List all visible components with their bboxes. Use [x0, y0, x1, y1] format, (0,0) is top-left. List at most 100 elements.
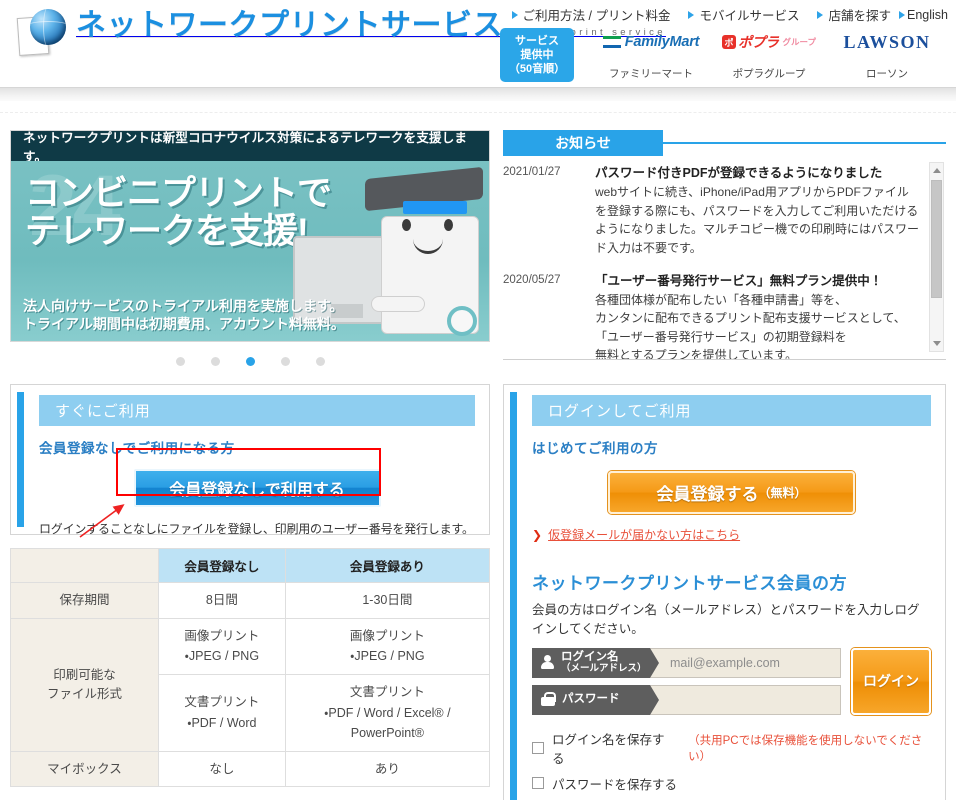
save-login-name-row[interactable]: ログイン名を保存する （共用PCでは保存機能を使用しないでください）	[532, 729, 931, 767]
login-name-field-row: ログイン名 （メールアドレス）	[532, 648, 841, 678]
quick-use-subtitle: 会員登録なしでご利用になる方	[39, 437, 475, 457]
triangle-bullet-icon	[817, 11, 823, 19]
table-row: 保存期間 8日間 1-30日間	[11, 583, 490, 619]
login-name-label: ログイン名 （メールアドレス）	[532, 648, 650, 678]
notice-scrollbar[interactable]	[929, 162, 944, 352]
site-header: ネットワークプリントサービス network print service ご利用…	[0, 0, 956, 87]
nav-item-usage-label: ご利用方法 / プリント料金	[523, 5, 671, 24]
notice-item-date: 2021/01/27	[503, 164, 595, 258]
table-cell-no-member: 画像プリント ・JPEG / PNG	[159, 618, 286, 674]
table-header-row: 会員登録なし 会員登録あり	[11, 549, 490, 583]
carousel-dot-4[interactable]	[281, 357, 290, 366]
service-badge-line1: サービス	[515, 34, 559, 48]
hero-body: 24 コンビニプリントで テレワークを支援! 法人向	[11, 161, 489, 342]
temp-mail-link-row[interactable]: ❯ 仮登録メールが届かない方はこちら	[532, 526, 931, 543]
brand-familymart[interactable]: FamilyMart ファミリーマート	[592, 28, 710, 81]
nav-item-find-store[interactable]: 店舗を探す	[817, 5, 891, 24]
notice-item[interactable]: 2020/05/27 「ユーザー番号発行サービス」無料プラン提供中！ 各種団体様…	[503, 270, 946, 361]
notice-item-title: 「ユーザー番号発行サービス」無料プラン提供中！	[595, 272, 920, 290]
notice-item[interactable]: 2021/01/27 パスワード付きPDFが登録できるようになりました webサ…	[503, 162, 946, 258]
save-password-checkbox[interactable]	[532, 777, 544, 789]
use-without-registration-button[interactable]: 会員登録なしで利用する	[134, 469, 381, 507]
hero-carousel-slide[interactable]: ネットワークプリントは新型コロナウイルス対策によるテレワークを支援します。 24…	[10, 130, 490, 342]
logo-title: ネットワークプリントサービス	[76, 9, 503, 42]
logo-globe-document-icon	[14, 9, 66, 61]
triangle-bullet-icon	[899, 11, 905, 19]
familymart-logo-icon: FamilyMart	[603, 34, 700, 50]
poplar-logo-text: ポプラ	[738, 32, 779, 52]
brand-familymart-caption: ファミリーマート	[592, 66, 710, 81]
first-time-user-heading: はじめてご利用の方	[532, 437, 931, 457]
quick-use-panel-title: すぐにご利用	[39, 395, 475, 426]
quick-use-panel: すぐにご利用 会員登録なしでご利用になる方 会員登録なしで利用する ログインする…	[10, 384, 490, 535]
notice-header-rule	[663, 142, 946, 144]
brand-logos-row: サービス 提供中 （50音順） FamilyMart ファミリーマート ポ	[500, 28, 946, 82]
save-password-row[interactable]: パスワードを保存する	[532, 774, 931, 793]
notice-item-desc: 各種団体様が配布したい「各種申請書」等を、 カンタンに配布できるプリント配布支援…	[595, 291, 920, 360]
temp-mail-link[interactable]: 仮登録メールが届かない方はこちら	[548, 526, 740, 543]
carousel-dot-3-active[interactable]	[246, 357, 255, 366]
table-header-no-member: 会員登録なし	[159, 549, 286, 583]
hero-headline-line1: コンビニプリントで	[25, 175, 331, 213]
table-header-member: 会員登録あり	[285, 549, 489, 583]
poplar-logo-sub: グループ	[783, 36, 817, 48]
table-row: 印刷可能な ファイル形式 画像プリント ・JPEG / PNG 画像プリント ・…	[11, 618, 490, 674]
notice-item-date: 2020/05/27	[503, 272, 595, 361]
table-row-label: 保存期間	[11, 583, 159, 619]
nav-item-mobile[interactable]: モバイルサービス	[688, 5, 799, 24]
table-row-label: マイボックス	[11, 751, 159, 787]
table-cell-member: 文書プリント ・PDF / Word / Excel® / PowerPoint…	[285, 674, 489, 751]
brand-poplar-caption: ポプラグループ	[710, 66, 828, 81]
carousel-dot-5[interactable]	[316, 357, 325, 366]
notice-item-title: パスワード付きPDFが登録できるようになりました	[595, 164, 920, 182]
table-cell-no-member: 8日間	[159, 583, 286, 619]
chevron-right-icon: ❯	[532, 528, 542, 542]
nav-item-english[interactable]: English	[899, 8, 948, 22]
header-divider-strip-secondary	[0, 101, 956, 113]
notice-item-desc: webサイトに続き、iPhone/iPad用アプリからPDFファイルを登録する際…	[595, 183, 920, 257]
brand-lawson-caption: ローソン	[828, 66, 946, 81]
poplar-logo-icon: ポ ポプラ グループ	[722, 32, 816, 52]
triangle-bullet-icon	[688, 11, 694, 19]
table-row-label: 印刷可能な ファイル形式	[11, 618, 159, 751]
hero-note-line2: トライアル期間中は初期費用、アカウント料無料。	[23, 315, 345, 334]
scroll-up-arrow-icon[interactable]	[933, 168, 941, 173]
login-panel-title: ログインしてご利用	[532, 395, 931, 426]
panel-accent-bar	[17, 392, 24, 527]
table-row: マイボックス なし あり	[11, 751, 490, 787]
service-badge-line2: 提供中	[521, 48, 554, 62]
member-section-description: 会員の方はログイン名（メールアドレス）とパスワードを入力しログインしてください。	[532, 601, 931, 639]
lock-icon	[541, 692, 555, 707]
register-member-button[interactable]: 会員登録する （無料）	[608, 471, 855, 514]
panel-accent-bar	[510, 392, 517, 800]
save-password-label: パスワードを保存する	[552, 774, 677, 793]
login-button[interactable]: ログイン	[851, 648, 931, 715]
login-panel: ログインしてご利用 はじめてご利用の方 会員登録する （無料） ❯ 仮登録メール…	[503, 384, 946, 800]
table-cell-member: 1-30日間	[285, 583, 489, 619]
password-label-main: パスワード	[562, 693, 620, 706]
register-member-button-label: 会員登録する	[656, 480, 758, 505]
carousel-dot-1[interactable]	[176, 357, 185, 366]
login-form: ログイン名 （メールアドレス） パスワード	[532, 648, 931, 722]
password-field-row: パスワード	[532, 685, 841, 715]
hero-note: 法人向けサービスのトライアル利用を実施します。 トライアル期間中は初期費用、アカ…	[23, 297, 345, 335]
page-root: ネットワークプリントサービス network print service ご利用…	[0, 0, 956, 800]
carousel-dot-2[interactable]	[211, 357, 220, 366]
service-badge-line3: （50音順）	[509, 62, 565, 76]
save-login-name-label: ログイン名を保存する	[552, 729, 670, 767]
login-name-input[interactable]	[650, 648, 841, 678]
person-icon	[541, 655, 554, 670]
password-input[interactable]	[650, 685, 841, 715]
nav-item-english-label: English	[907, 8, 948, 22]
lawson-logo-text: LAWSON	[843, 32, 930, 53]
table-cell-member: あり	[285, 751, 489, 787]
header-divider-strip	[0, 87, 956, 101]
scroll-down-arrow-icon[interactable]	[933, 341, 941, 346]
brand-lawson[interactable]: LAWSON ローソン	[828, 28, 946, 81]
top-navigation: ご利用方法 / プリント料金 モバイルサービス 店舗を探す English	[512, 5, 948, 24]
nav-item-usage[interactable]: ご利用方法 / プリント料金	[512, 5, 671, 24]
save-login-name-checkbox[interactable]	[532, 742, 544, 754]
table-header-blank	[11, 549, 159, 583]
brand-poplar[interactable]: ポ ポプラ グループ ポプラグループ	[710, 28, 828, 81]
scrollbar-thumb[interactable]	[931, 180, 942, 298]
